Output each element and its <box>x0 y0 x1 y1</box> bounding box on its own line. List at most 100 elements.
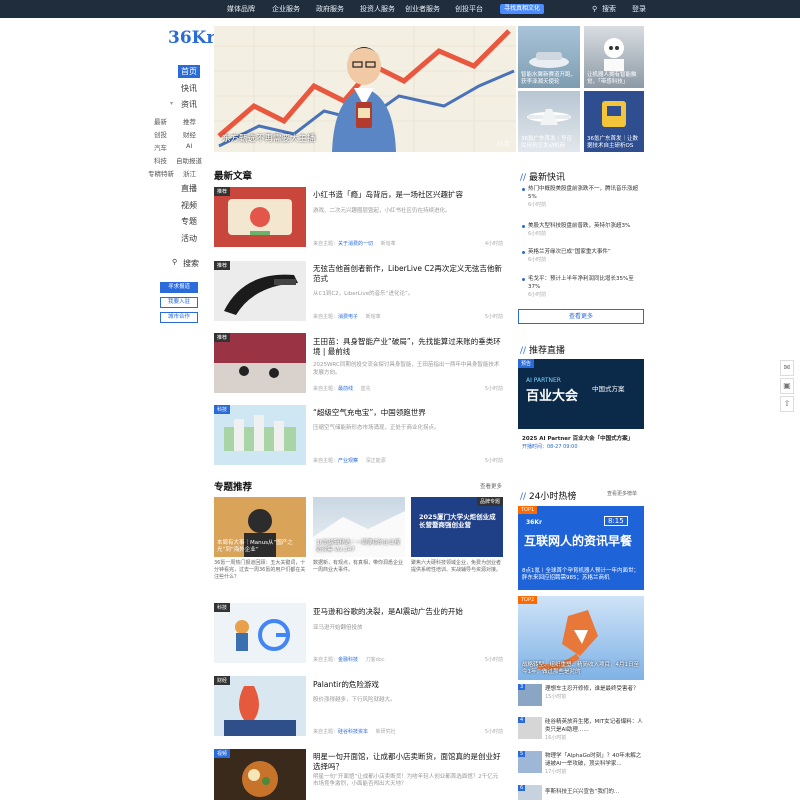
hot-more-link[interactable]: 查看更多榜单 <box>607 490 637 497</box>
flash-item-text[interactable]: 美股大型科技股盘前普跌，英特尔涨超3% <box>528 222 644 230</box>
article-title[interactable]: Palantir的危险游戏 <box>313 680 503 690</box>
topic-card[interactable]: 品牌专题 2025厦门大学火炬创业成长营暨商强创业营 聚焦六大硬科技领域企业，免… <box>411 497 503 574</box>
article-author[interactable]: 刀客doc <box>366 657 385 663</box>
article-image[interactable]: 推荐 <box>214 333 306 393</box>
article-image[interactable]: 科技 <box>214 603 306 663</box>
featured-thumb-2[interactable]: 让机器人拥有智能触觉，「带感科技」 <box>584 26 644 88</box>
login-link[interactable]: 登录 <box>632 0 646 18</box>
live-name[interactable]: 2025 AI Partner 百业大会「中国式方案」 <box>522 434 633 442</box>
nav-platform[interactable]: 创投平台 <box>455 0 483 18</box>
nav-media-brand[interactable]: 媒体品牌 <box>227 0 255 18</box>
article-image[interactable]: 科技 <box>214 405 306 465</box>
back-to-top-icon[interactable]: ⇧ <box>780 396 794 412</box>
hot-item[interactable]: 物理学「AlphaGo时刻」？40年未解之谜被AI一举攻破，顶尖科学家... 17… <box>545 752 645 776</box>
flash-item-text[interactable]: 英格兰芳缘次已成“国家重大事件” <box>528 248 644 256</box>
sidebar-sub-self-report[interactable]: 自助报道 <box>176 155 202 165</box>
hot-item-image[interactable]: 3 <box>518 684 542 706</box>
hot-item-image[interactable]: 6 <box>518 785 542 800</box>
article-author[interactable]: 新研究社 <box>376 729 396 735</box>
hot-item-text[interactable]: 物理学「AlphaGo时刻」？40年未解之谜被AI一举攻破，顶尖科学家... <box>545 752 645 768</box>
featured-thumb-4[interactable]: 36氪广东首发｜让数据技术自主研析OS <box>584 91 644 152</box>
top-search-link[interactable]: 搜索 <box>602 0 616 18</box>
sidebar-item-home[interactable]: 首页 <box>178 65 200 78</box>
topics-more-link[interactable]: 查看更多 <box>480 482 502 490</box>
sidebar-item-live[interactable]: 直播 <box>181 183 197 194</box>
seek-report-button[interactable]: 寻求报道 <box>160 282 198 293</box>
hot-top1-card[interactable]: TOP1 36Kr 8:15 互联网人的资讯早餐 8点1氪丨全球首个孕育机器人预… <box>518 506 644 590</box>
live-banner[interactable]: 预告 AI PARTNER 百业大会 中国式方案 <box>518 359 644 429</box>
nav-enterprise[interactable]: 企业服务 <box>272 0 300 18</box>
hot-top2-card[interactable]: TOP2 战略转型、组织重塑、精简收入项目，4月1日至今1年，做过那些是对的 <box>518 596 644 680</box>
sidebar-item-news[interactable]: 资讯 <box>181 99 197 110</box>
hot-item-image[interactable]: 4 <box>518 717 542 739</box>
search-icon[interactable]: ⚲ <box>592 0 597 18</box>
sidebar-item-video[interactable]: 视频 <box>181 200 197 211</box>
sidebar-sub-specialized[interactable]: 专精特新 <box>148 168 174 178</box>
sidebar-sub-vc[interactable]: 创投 <box>154 129 167 139</box>
featured-thumb-3[interactable]: 36氪广东首发｜号召民用航空发动机商 <box>518 91 580 152</box>
join-button[interactable]: 我要入驻 <box>160 297 198 308</box>
sidebar-item-flash[interactable]: 快讯 <box>181 83 197 94</box>
hot-item[interactable]: 李斯科技王兴兴宣告“我们的... <box>545 788 645 796</box>
topic-card-image: 品牌专题 2025厦门大学火炬创业成长营暨商强创业营 <box>411 497 503 557</box>
article-topic-link[interactable]: 最前线 <box>338 386 353 392</box>
article-author[interactable]: 新熔革 <box>381 241 396 247</box>
feedback-icon[interactable]: ✉ <box>780 360 794 376</box>
hot-item[interactable]: 硅谷精英放弃生猪，MIT女记者爆料：人类只是AI助理…… 16小时前 <box>545 718 645 742</box>
nav-founder[interactable]: 创业者服务 <box>405 0 440 18</box>
sidebar-search-link[interactable]: 搜索 <box>183 258 199 269</box>
article-image[interactable]: 推荐 <box>214 187 306 247</box>
nav-government[interactable]: 政府服务 <box>316 0 344 18</box>
hot-item[interactable]: 理想车主忍开修修，谁是最终受害者？ 15小时前 <box>545 685 645 701</box>
flash-item[interactable]: 毛戈平：预计上半年净利润同比增长35%至37% 6小时前 <box>528 275 644 299</box>
article-title[interactable]: 小红书造「瘾」岛背后，是一场社区兴趣扩容 <box>313 190 503 200</box>
sidebar-sub-zhejiang[interactable]: 浙江 <box>183 168 196 178</box>
flash-item[interactable]: 热门中概股美股盘前涨跌不一，腾讯音乐涨超5% 6小时前 <box>528 185 644 209</box>
hero-caption[interactable]: 东方甄选不再需要大主播 <box>222 132 316 144</box>
article-image[interactable]: 推荐 <box>214 261 306 321</box>
sidebar-item-topics[interactable]: 专题 <box>181 216 197 227</box>
hot-item-text[interactable]: 李斯科技王兴兴宣告“我们的... <box>545 788 645 796</box>
sidebar-sub-ai[interactable]: AI <box>186 142 192 150</box>
article-topic-link[interactable]: 硅谷科技资本 <box>338 729 368 735</box>
article-title[interactable]: “超级空气充电宝”，中国领跑世界 <box>313 408 503 418</box>
topic-card[interactable]: 本周有大事｜Manus从“国产之光”到“海外企业” 36氪一周热门报道回顾：五大… <box>214 497 306 581</box>
app-download-icon[interactable]: ▣ <box>780 378 794 394</box>
hot-item-image[interactable]: 5 <box>518 751 542 773</box>
sidebar-item-events[interactable]: 活动 <box>181 233 197 244</box>
sidebar-sub-tech[interactable]: 科技 <box>154 155 167 165</box>
flash-item[interactable]: 美股大型科技股盘前普跌，英特尔涨超3% 6小时前 <box>528 222 644 238</box>
article-topic-link[interactable]: 消费电子 <box>338 314 358 320</box>
flash-item-text[interactable]: 热门中概股美股盘前涨跌不一，腾讯音乐涨超5% <box>528 185 644 201</box>
article-tag: 推荐 <box>214 261 231 270</box>
article-title[interactable]: 明星一句开面馆，让成都小店卖断货，面馆真的是创业好选择吗？ <box>313 752 503 772</box>
article-topic-link[interactable]: 金融科技 <box>338 657 358 663</box>
article-title[interactable]: 无弦吉他首创者新作，LiberLive C2再次定义无弦吉他新范式 <box>313 264 503 284</box>
sidebar-search-icon[interactable]: ⚲ <box>172 258 177 266</box>
featured-thumb-1[interactable]: 智能水翼新赛道开跑，获李泽湘天使轮 <box>518 26 580 88</box>
hero-banner[interactable]: 东方甄选不再需要大主播 36氪 <box>214 26 516 152</box>
hot-item-text[interactable]: 理想车主忍开修修，谁是最终受害者？ <box>545 685 645 693</box>
article-topic-link[interactable]: 关于消费的一切 <box>338 241 373 247</box>
flash-more-button[interactable]: 查看更多 <box>518 309 644 324</box>
sidebar-sub-auto[interactable]: 汽车 <box>154 142 167 152</box>
site-logo[interactable]: 36Kr <box>168 28 215 48</box>
article-image[interactable]: 财经 <box>214 676 306 736</box>
flash-item[interactable]: 英格兰芳缘次已成“国家重大事件” 6小时前 <box>528 248 644 264</box>
flash-item-text[interactable]: 毛戈平：预计上半年净利润同比增长35%至37% <box>528 275 644 291</box>
sidebar-sub-finance[interactable]: 财经 <box>183 129 196 139</box>
article-author[interactable]: 蓝先 <box>361 386 371 392</box>
nav-investor[interactable]: 投资人服务 <box>360 0 395 18</box>
sidebar-sub-recommend[interactable]: 推荐 <box>183 116 196 126</box>
article-image[interactable]: 视频 <box>214 749 306 800</box>
article-title[interactable]: 亚马逊和谷歌的决裂，是AI震动广告业的开始 <box>313 607 503 617</box>
article-author[interactable]: 深正能源 <box>366 458 386 464</box>
city-cooperation-button[interactable]: 城市合作 <box>160 312 198 323</box>
hot-item-text[interactable]: 硅谷精英放弃生猪，MIT女记者爆料：人类只是AI助理…… <box>545 718 645 734</box>
promo-button[interactable]: 寻找真相文化 <box>500 4 545 14</box>
article-topic-link[interactable]: 产业观察 <box>338 458 358 464</box>
topic-card[interactable]: 36氪编辑精选｜一周要读的企业报道合集 Vol.247 数据新，有观点，有真相，… <box>313 497 405 574</box>
sidebar-sub-latest[interactable]: 最新 <box>154 116 167 126</box>
article-title[interactable]: 王田苗：具身智能产业“破局”，先找能算过来账的垂类环境 | 最前线 <box>313 337 503 357</box>
article-author[interactable]: 新熔革 <box>366 314 381 320</box>
